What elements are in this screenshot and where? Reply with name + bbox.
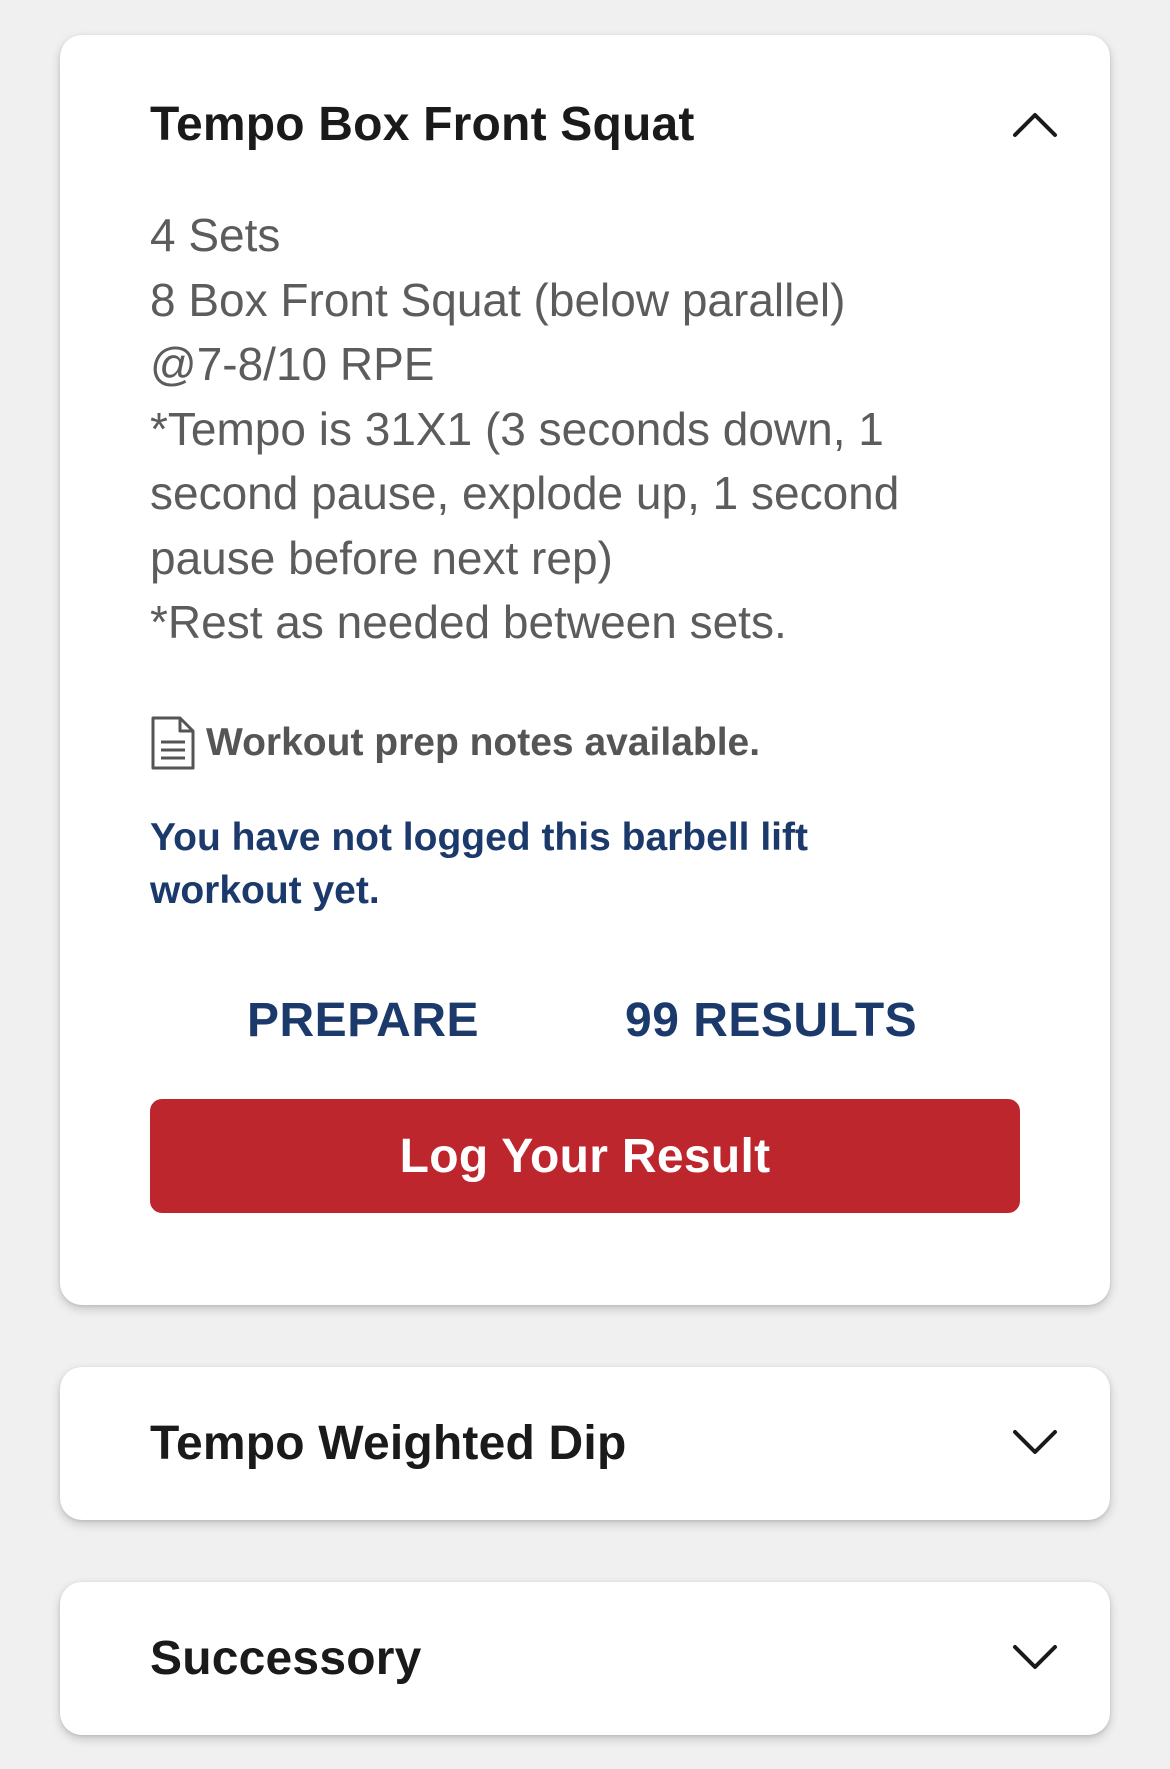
- workout-card-header[interactable]: Tempo Box Front Squat: [150, 79, 1060, 169]
- log-status-text: You have not logged this barbell lift wo…: [150, 816, 808, 912]
- workout-title: Successory: [150, 1631, 422, 1685]
- document-icon: [150, 713, 200, 773]
- workout-card-tempo-box-front-squat: Tempo Box Front Squat 4 Sets 8 Box Front…: [60, 35, 1110, 1305]
- chevron-down-icon[interactable]: [1010, 1418, 1060, 1468]
- chevron-up-icon[interactable]: [1010, 99, 1060, 149]
- workout-title: Tempo Weighted Dip: [150, 1416, 627, 1470]
- prep-notes-text: Workout prep notes available.: [206, 721, 761, 764]
- workout-card-header[interactable]: Tempo Weighted Dip: [150, 1398, 1060, 1488]
- workout-card-successory: Successory: [60, 1582, 1110, 1735]
- workout-title: Tempo Box Front Squat: [150, 97, 695, 151]
- workout-card-tempo-weighted-dip: Tempo Weighted Dip: [60, 1367, 1110, 1520]
- description-line: *Rest as needed between sets.: [150, 596, 787, 648]
- action-links: PREPARE 99 RESULTS: [60, 983, 1110, 1063]
- log-result-button[interactable]: Log Your Result: [150, 1099, 1020, 1213]
- prep-notes-row[interactable]: Workout prep notes available.: [150, 708, 760, 778]
- log-result-button-label: Log Your Result: [399, 1129, 771, 1183]
- workout-card-header[interactable]: Successory: [150, 1613, 1060, 1703]
- workout-description: 4 Sets 8 Box Front Squat (below parallel…: [150, 203, 1030, 655]
- description-line: *Tempo is 31X1 (3 seconds down, 1 second…: [150, 402, 900, 584]
- results-link[interactable]: 99 RESULTS: [625, 993, 917, 1048]
- prepare-link[interactable]: PREPARE: [247, 993, 479, 1048]
- description-line: 8 Box Front Squat (below parallel): [150, 273, 846, 326]
- chevron-down-icon[interactable]: [1010, 1633, 1060, 1683]
- description-line: 4 Sets: [150, 209, 281, 261]
- description-line: @7-8/10 RPE: [150, 338, 435, 390]
